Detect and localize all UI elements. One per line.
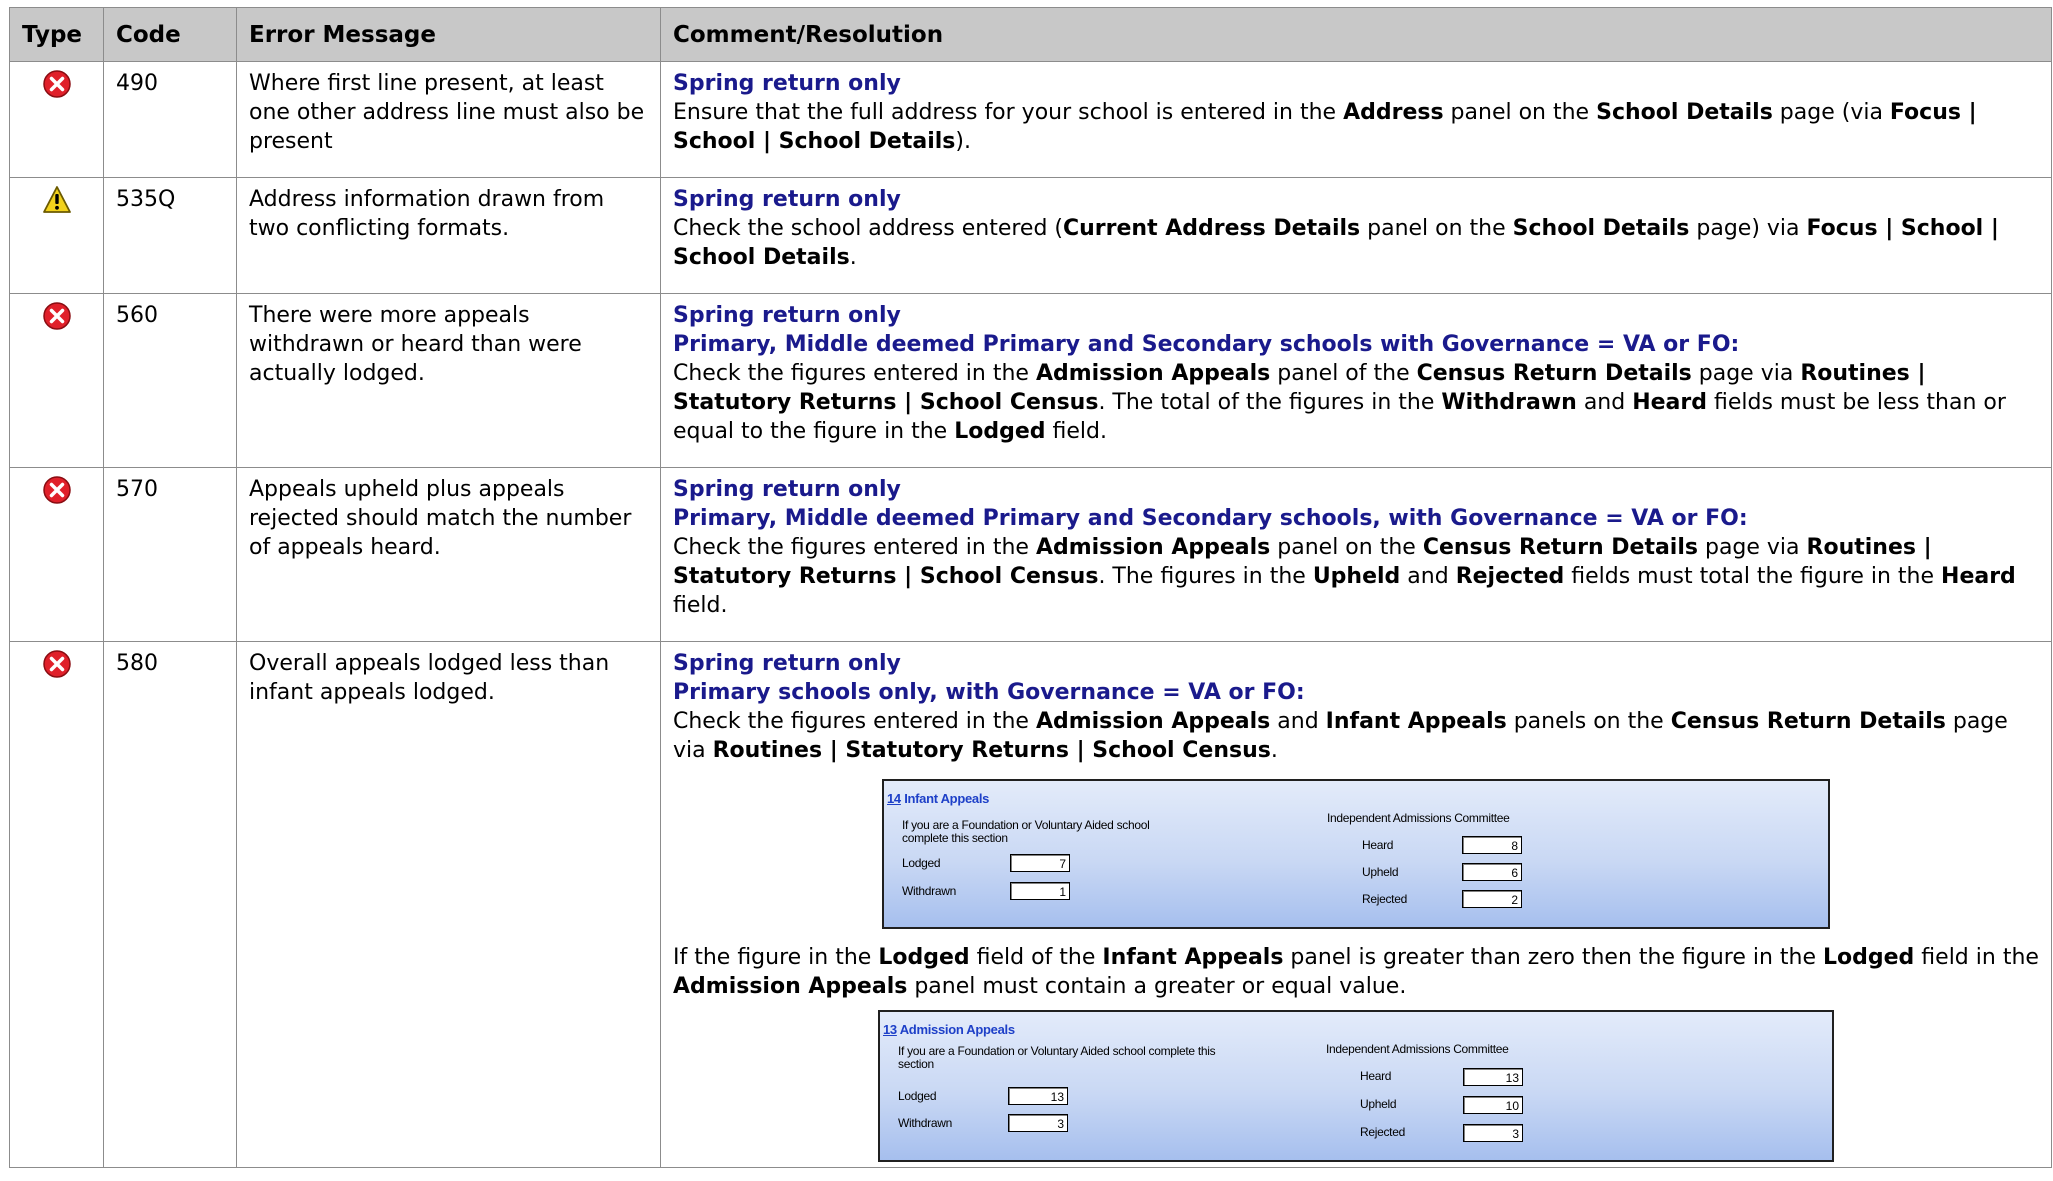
- comment-cell: Spring return only Ensure that the full …: [660, 61, 2052, 178]
- table-row: 570 Appeals upheld plus appeals rejected…: [9, 467, 2052, 642]
- spring-return-heading: Spring return only: [673, 651, 901, 676]
- error-message-cell: Overall appeals lodged less than infant …: [236, 641, 661, 1168]
- school-type-heading: Primary schools only, with Governance = …: [673, 680, 1305, 705]
- error-icon: [42, 70, 71, 98]
- code-cell: 490: [103, 61, 237, 178]
- header-comment-resolution: Comment/Resolution: [660, 7, 2052, 62]
- spring-return-heading: Spring return only: [673, 71, 901, 96]
- upheld-label: Upheld: [1362, 865, 1399, 879]
- panel-intro-text: If you are a Foundation or Voluntary Aid…: [898, 1044, 1216, 1071]
- spring-return-heading: Spring return only: [673, 303, 901, 328]
- upheld-field[interactable]: 6: [1462, 863, 1522, 881]
- school-type-heading: Primary, Middle deemed Primary and Secon…: [673, 506, 1748, 531]
- error-message-cell: Address information drawn from two confl…: [236, 177, 661, 294]
- resolution-text: Check the figures entered in the Admissi…: [673, 535, 2016, 618]
- lodged-label: Lodged: [898, 1089, 937, 1103]
- resolution-text: Check the figures entered in the Admissi…: [673, 709, 2008, 763]
- spring-return-heading: Spring return only: [673, 187, 901, 212]
- code-cell: 570: [103, 467, 237, 642]
- table-row: 560 There were more appeals withdrawn or…: [9, 293, 2052, 468]
- heard-label: Heard: [1362, 838, 1394, 852]
- panel-intro-text: If you are a Foundation or Voluntary Aid…: [902, 818, 1150, 845]
- withdrawn-field[interactable]: 3: [1008, 1114, 1068, 1132]
- type-cell: [9, 293, 104, 468]
- infant-appeals-panel-screenshot: 14 Infant Appeals If you are a Foundatio…: [882, 779, 1830, 929]
- rejected-field[interactable]: 2: [1462, 890, 1522, 908]
- type-cell: [9, 61, 104, 178]
- header-error-message: Error Message: [236, 7, 661, 62]
- table-row: 490 Where first line present, at least o…: [9, 61, 2052, 178]
- header-code: Code: [103, 7, 237, 62]
- table-header-row: Type Code Error Message Comment/Resoluti…: [9, 7, 2052, 62]
- code-cell: 580: [103, 641, 237, 1168]
- table-row: 535Q Address information drawn from two …: [9, 177, 2052, 294]
- error-message-cell: Appeals upheld plus appeals rejected sho…: [236, 467, 661, 642]
- panel-title: 13 Admission Appeals: [883, 1022, 1015, 1037]
- withdrawn-field[interactable]: 1: [1010, 882, 1070, 900]
- validation-error-table: Type Code Error Message Comment/Resoluti…: [9, 7, 2052, 1168]
- upheld-label: Upheld: [1360, 1097, 1397, 1111]
- type-cell: [9, 177, 104, 294]
- withdrawn-label: Withdrawn: [902, 884, 956, 898]
- error-message-cell: Where first line present, at least one o…: [236, 61, 661, 178]
- school-type-heading: Primary, Middle deemed Primary and Secon…: [673, 332, 1740, 357]
- comment-cell: Spring return only Primary schools only,…: [660, 641, 2052, 1168]
- iac-label: Independent Admissions Committee: [1327, 811, 1510, 825]
- heard-label: Heard: [1360, 1069, 1392, 1083]
- withdrawn-label: Withdrawn: [898, 1116, 952, 1130]
- error-icon: [42, 302, 71, 330]
- resolution-text: Check the figures entered in the Admissi…: [673, 361, 2006, 444]
- type-cell: [9, 467, 104, 642]
- heard-field[interactable]: 8: [1462, 836, 1522, 854]
- error-icon: [42, 476, 71, 504]
- lodged-field[interactable]: 13: [1008, 1087, 1068, 1105]
- rejected-field[interactable]: 3: [1463, 1124, 1523, 1142]
- upheld-field[interactable]: 10: [1463, 1096, 1523, 1114]
- panel-title: 14 Infant Appeals: [887, 791, 990, 806]
- comment-cell: Spring return only Primary, Middle deeme…: [660, 467, 2052, 642]
- iac-label: Independent Admissions Committee: [1326, 1042, 1509, 1056]
- error-message-cell: There were more appeals withdrawn or hea…: [236, 293, 661, 468]
- table-row: 580 Overall appeals lodged less than inf…: [9, 641, 2052, 1168]
- resolution-text: Ensure that the full address for your sc…: [673, 100, 1977, 154]
- code-cell: 535Q: [103, 177, 237, 294]
- resolution-text: Check the school address entered (Curren…: [673, 216, 1999, 270]
- heard-field[interactable]: 13: [1463, 1068, 1523, 1086]
- error-icon: [42, 650, 71, 678]
- rejected-label: Rejected: [1362, 892, 1407, 906]
- comment-cell: Spring return only Primary, Middle deeme…: [660, 293, 2052, 468]
- header-type: Type: [9, 7, 104, 62]
- admission-appeals-panel-screenshot: 13 Admission Appeals If you are a Founda…: [878, 1010, 1834, 1162]
- lodged-label: Lodged: [902, 856, 941, 870]
- lodged-field[interactable]: 7: [1010, 854, 1070, 872]
- warning-icon: [42, 186, 71, 213]
- spring-return-heading: Spring return only: [673, 477, 901, 502]
- resolution-text-2: If the figure in the Lodged field of the…: [673, 945, 2039, 999]
- type-cell: [9, 641, 104, 1168]
- code-cell: 560: [103, 293, 237, 468]
- rejected-label: Rejected: [1360, 1125, 1405, 1139]
- comment-cell: Spring return only Check the school addr…: [660, 177, 2052, 294]
